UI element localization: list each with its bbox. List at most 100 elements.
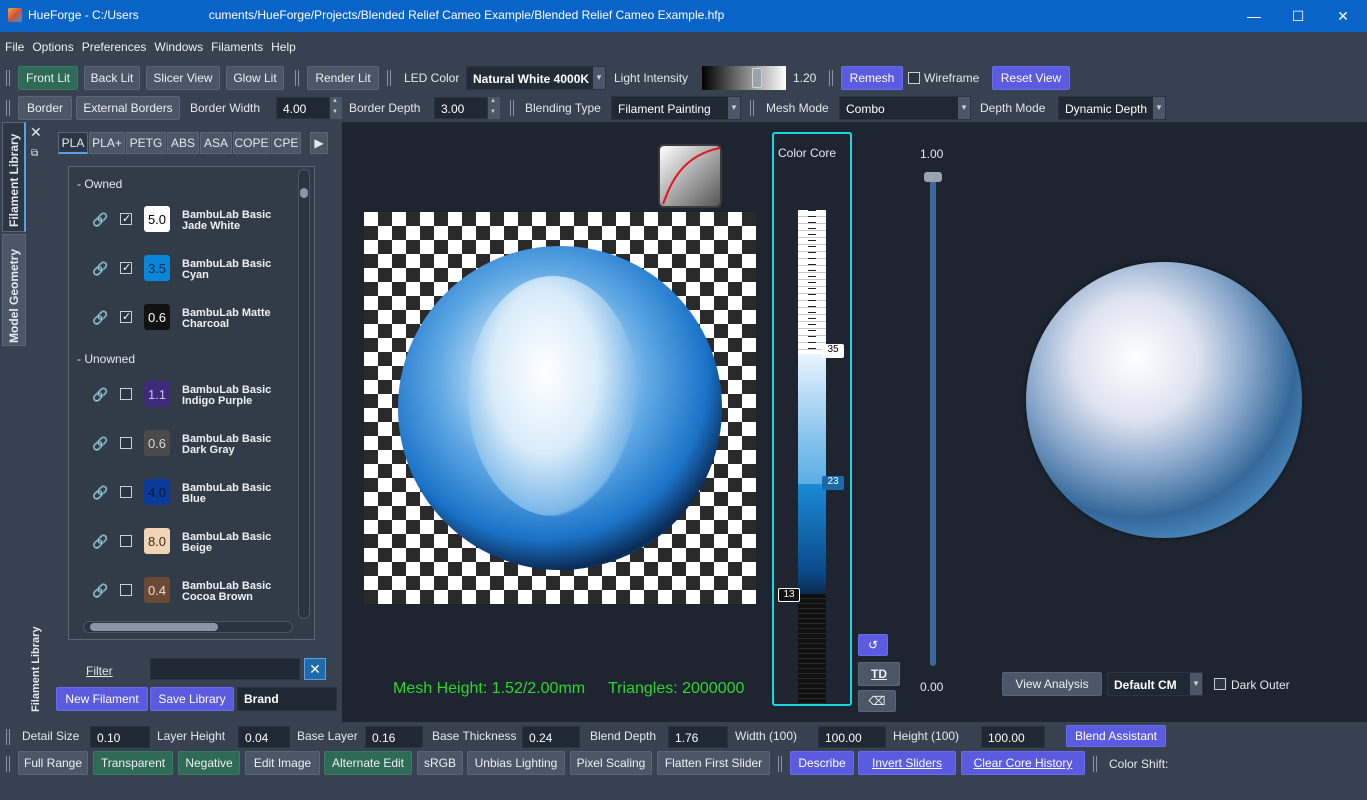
toolbar-grip[interactable]	[6, 756, 10, 772]
scrollbar-thumb[interactable]	[300, 188, 308, 198]
render-lit-button[interactable]: Render Lit	[307, 66, 379, 90]
toolbar-grip[interactable]	[778, 756, 782, 772]
transparent-button[interactable]: Transparent	[93, 751, 173, 775]
toolbar-grip[interactable]	[750, 100, 754, 116]
menu-windows[interactable]: Windows	[149, 36, 206, 54]
blend-assistant-button[interactable]: Blend Assistant	[1066, 725, 1166, 747]
blend-depth-input[interactable]: 1.76	[668, 726, 728, 748]
filter-input[interactable]	[150, 658, 300, 680]
slider-handle[interactable]	[752, 68, 762, 88]
minimize-button[interactable]: —	[1231, 0, 1277, 32]
border-button[interactable]: Border	[18, 96, 72, 120]
refresh-icon[interactable]: ↺	[858, 634, 888, 656]
tab-pla[interactable]: PLA	[58, 132, 88, 154]
border-width-input[interactable]: 4.00	[276, 97, 330, 119]
external-borders-button[interactable]: External Borders	[76, 96, 180, 120]
link-icon[interactable]: 🔗	[92, 534, 108, 550]
clear-filter-icon[interactable]: ✕	[304, 658, 326, 680]
unbias-lighting-button[interactable]: Unbias Lighting	[467, 751, 565, 775]
link-icon[interactable]: 🔗	[92, 310, 108, 326]
menu-file[interactable]: File	[0, 36, 27, 54]
float-panel-icon[interactable]: ⧉	[31, 148, 38, 159]
scrollbar-thumb[interactable]	[90, 623, 218, 631]
save-library-button[interactable]: Save Library	[150, 687, 234, 711]
glow-lit-button[interactable]: Glow Lit	[226, 66, 284, 90]
pixel-scaling-button[interactable]: Pixel Scaling	[570, 751, 652, 775]
eraser-icon[interactable]: ⌫	[858, 690, 896, 712]
maximize-button[interactable]: ☐	[1275, 0, 1321, 32]
menu-help[interactable]: Help	[266, 36, 299, 54]
list-item[interactable]: 🔗 5.0 BambuLab BasicJade White	[69, 201, 299, 241]
tab-filament-library[interactable]: Filament Library	[2, 122, 26, 232]
colormap-select[interactable]: Default CM ▼	[1107, 672, 1203, 696]
owned-checkbox[interactable]	[120, 212, 132, 225]
remesh-button[interactable]: Remesh	[841, 66, 903, 90]
menu-filaments[interactable]: Filaments	[206, 36, 266, 54]
link-icon[interactable]: 🔗	[92, 212, 108, 228]
flatten-first-slider-button[interactable]: Flatten First Slider	[657, 751, 770, 775]
border-depth-input[interactable]: 3.00	[434, 97, 488, 119]
list-item[interactable]: 🔗 1.1 BambuLab Basic Indigo Purple	[69, 376, 299, 416]
link-icon[interactable]: 🔗	[92, 436, 108, 452]
brand-input[interactable]: Brand	[237, 687, 337, 711]
describe-button[interactable]: Describe	[790, 751, 854, 775]
base-thickness-input[interactable]: 0.24	[522, 726, 580, 748]
wireframe-checkbox[interactable]	[908, 72, 920, 84]
owned-checkbox[interactable]	[120, 388, 132, 400]
link-icon[interactable]: 🔗	[92, 387, 108, 403]
front-lit-button[interactable]: Front Lit	[18, 66, 78, 90]
list-item[interactable]: 🔗 3.5 BambuLab BasicCyan	[69, 250, 299, 290]
horizontal-scrollbar[interactable]	[83, 621, 293, 633]
color-core-panel[interactable]: Color Core 35 23 13	[772, 132, 852, 706]
tab-cope[interactable]: COPE	[233, 132, 270, 154]
owned-checkbox[interactable]	[120, 584, 132, 596]
toolbar-grip[interactable]	[1093, 756, 1097, 772]
owned-checkbox[interactable]	[120, 261, 132, 274]
reset-view-button[interactable]: Reset View	[992, 66, 1070, 90]
owned-checkbox[interactable]	[120, 486, 132, 498]
tab-model-geometry[interactable]: Model Geometry	[2, 234, 26, 346]
height-input[interactable]: 100.00	[981, 726, 1045, 748]
clear-core-history-button[interactable]: Clear Core History	[961, 751, 1085, 775]
toolbar-grip[interactable]	[829, 70, 833, 86]
detail-size-input[interactable]: 0.10	[90, 726, 150, 748]
toolbar-grip[interactable]	[6, 70, 10, 86]
slider-marker-23[interactable]: 23	[822, 476, 844, 490]
list-item[interactable]: 🔗 0.6 BambuLab Basic Dark Gray	[69, 425, 299, 465]
td-button[interactable]: TD	[858, 662, 900, 686]
toolbar-grip[interactable]	[6, 100, 10, 116]
link-icon[interactable]: 🔗	[92, 485, 108, 501]
height-slider-handle[interactable]	[924, 172, 942, 182]
slider-marker-13[interactable]: 13	[778, 588, 800, 602]
toolbar-grip[interactable]	[510, 100, 514, 116]
srgb-button[interactable]: sRGB	[417, 751, 463, 775]
toolbar-grip[interactable]	[6, 729, 10, 745]
negative-button[interactable]: Negative	[178, 751, 240, 775]
tab-petg[interactable]: PETG	[126, 132, 166, 154]
dark-outer-checkbox[interactable]	[1214, 678, 1226, 690]
owned-checkbox[interactable]	[120, 535, 132, 547]
toolbar-grip[interactable]	[295, 70, 299, 86]
tab-asa[interactable]: ASA	[200, 132, 232, 154]
list-item[interactable]: 🔗 8.0 BambuLab Basic Beige	[69, 523, 299, 563]
invert-sliders-button[interactable]: Invert Sliders	[858, 751, 956, 775]
tab-scroll-right-icon[interactable]: ▶	[310, 132, 328, 154]
menu-preferences[interactable]: Preferences	[77, 36, 150, 54]
tab-abs[interactable]: ABS	[167, 132, 199, 154]
close-window-button[interactable]: ✕	[1320, 0, 1366, 32]
full-range-button[interactable]: Full Range	[18, 751, 88, 775]
tab-cpe[interactable]: CPE	[271, 132, 301, 154]
owned-checkbox[interactable]	[120, 310, 132, 323]
border-depth-spinner[interactable]	[488, 97, 500, 119]
blending-type-select[interactable]: Filament Painting ▼	[611, 96, 741, 120]
link-icon[interactable]: 🔗	[92, 583, 108, 599]
viewport-canvas[interactable]: Color Core 35 23 13 ↺ TD ⌫ 1.00 0.00 Mes…	[342, 122, 1367, 722]
tab-pla-plus[interactable]: PLA+	[89, 132, 125, 154]
view-analysis-button[interactable]: View Analysis	[1002, 672, 1102, 696]
depth-mode-select[interactable]: Dynamic Depth ▼	[1058, 96, 1166, 120]
list-item[interactable]: 🔗 0.4 BambuLab Basic Cocoa Brown	[69, 572, 299, 612]
back-lit-button[interactable]: Back Lit	[84, 66, 140, 90]
led-color-select[interactable]: Natural White 4000K ▼	[466, 66, 606, 90]
curve-editor-icon[interactable]	[658, 144, 722, 208]
base-layer-input[interactable]: 0.16	[365, 726, 423, 748]
